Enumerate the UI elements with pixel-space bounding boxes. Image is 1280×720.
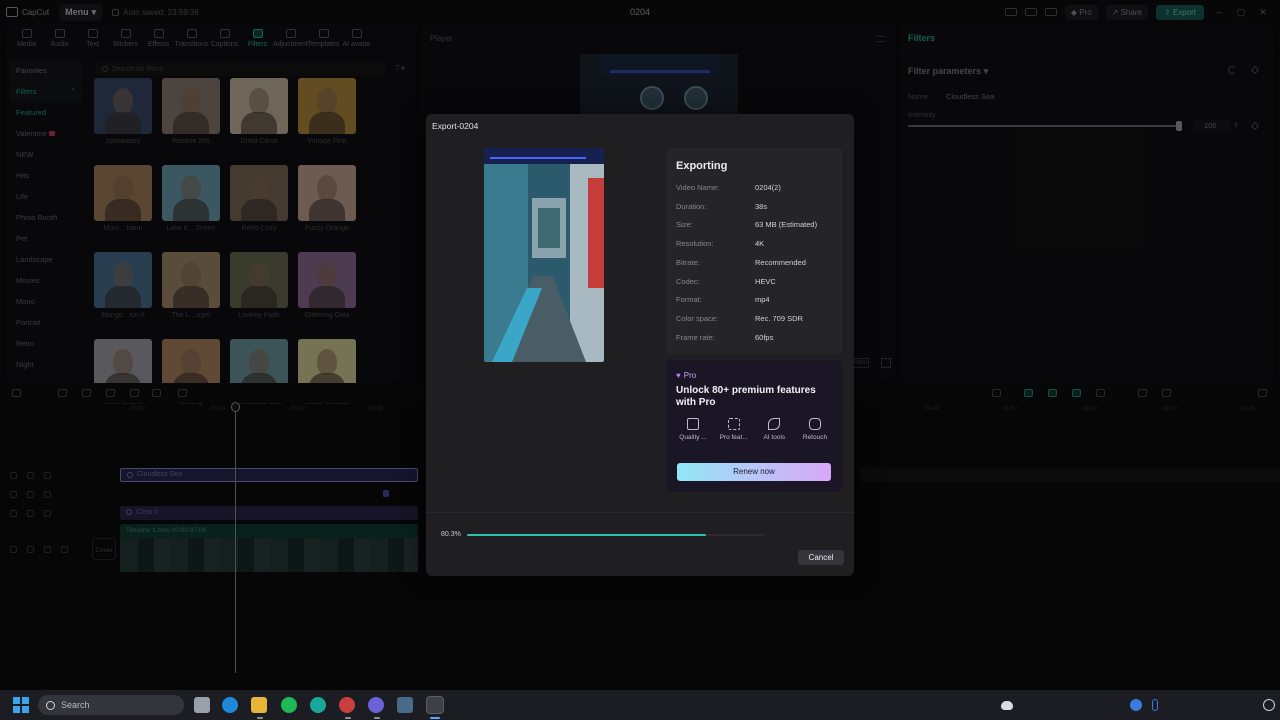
export-info-row: Duration: 38s xyxy=(676,202,836,211)
windows-taskbar: Search xyxy=(0,690,1280,720)
taskbar-search-label: Search xyxy=(61,700,90,710)
pro-heart-icon: ♥ xyxy=(676,371,681,380)
chrome-icon[interactable] xyxy=(339,697,355,713)
taskbar-search[interactable]: Search xyxy=(38,695,184,715)
export-info-row: Resolution: 4K xyxy=(676,239,836,248)
export-info-key: Video Name: xyxy=(676,183,720,192)
export-info-value: 0204(2) xyxy=(755,183,781,192)
dialog-title: Export-0204 xyxy=(432,121,479,131)
quality-icon xyxy=(687,418,699,430)
renew-now-button[interactable]: Renew now xyxy=(677,463,831,481)
export-info-value: mp4 xyxy=(755,295,770,305)
progress-percent: 80.3% xyxy=(441,531,461,538)
pro-tag: ♥ Pro xyxy=(676,371,696,380)
dialog-divider xyxy=(426,512,854,513)
export-info-key: Bitrate: xyxy=(676,257,700,267)
pro-feature-label: Quality ... xyxy=(679,434,707,441)
export-status: Exporting xyxy=(676,160,728,172)
export-info-key: Resolution: xyxy=(676,239,714,249)
export-preview-thumbnail xyxy=(484,148,604,362)
microphone-tray-icon[interactable] xyxy=(1152,699,1158,711)
export-info-value: Recommended xyxy=(755,257,806,267)
retouch-icon xyxy=(808,418,821,430)
export-info-key: Size: xyxy=(676,220,693,230)
spotify-icon[interactable] xyxy=(281,697,297,713)
export-info-key: Format: xyxy=(676,295,702,305)
export-info-value: HEVC xyxy=(755,276,776,286)
search-icon xyxy=(46,700,55,710)
pro-feature-label: AI tools xyxy=(763,434,786,441)
pro-feature-pro: Pro feat... xyxy=(715,418,753,441)
pro-feature-list: Quality ... Pro feat... AI tools Retouch xyxy=(674,418,834,441)
export-info-row: Size: 63 MB (Estimated) xyxy=(676,220,836,229)
pro-tag-label: Pro xyxy=(683,371,697,380)
preview-ceiling-light xyxy=(490,157,586,159)
network-icon[interactable] xyxy=(1130,699,1142,711)
export-info-value: 38s xyxy=(755,201,768,211)
onedrive-icon[interactable] xyxy=(1001,701,1013,710)
export-info-row: Color space: Rec. 709 SDR xyxy=(676,314,836,323)
folder-icon[interactable] xyxy=(251,697,267,713)
magic-wand-icon xyxy=(768,418,781,430)
export-progress-bar xyxy=(467,534,765,536)
export-info-row: Frame rate: 60fps xyxy=(676,333,836,342)
cancel-button[interactable]: Cancel xyxy=(798,550,844,565)
pro-feature-retouch: Retouch xyxy=(796,418,834,441)
running-indicator xyxy=(374,717,380,719)
pro-feature-ai: AI tools xyxy=(755,418,793,441)
file-explorer-icon[interactable] xyxy=(194,697,210,713)
export-info-row: Bitrate: Recommended xyxy=(676,258,836,267)
grid-icon xyxy=(727,418,740,430)
preview-door-frame xyxy=(538,208,560,248)
export-info-row: Format: mp4 xyxy=(676,295,836,304)
capcut-icon[interactable] xyxy=(426,696,444,714)
running-indicator xyxy=(430,717,440,719)
preview-red-panel xyxy=(588,178,604,288)
export-info-key: Color space: xyxy=(676,313,719,323)
export-progress-fill xyxy=(467,534,707,536)
edge-icon[interactable] xyxy=(222,697,238,713)
export-info-value: 4K xyxy=(755,239,765,249)
pro-headline: Unlock 80+ premium features with Pro xyxy=(676,385,816,408)
export-dialog: Export-0204 Exporting Video Name: 0204(2)… xyxy=(426,114,854,576)
export-info-row: Codec: HEVC xyxy=(676,277,836,286)
preview-ceiling xyxy=(484,148,604,164)
running-indicator xyxy=(345,717,351,719)
pro-feature-quality: Quality ... xyxy=(674,418,712,441)
export-info-key: Duration: xyxy=(676,201,707,211)
export-info-key: Codec: xyxy=(676,276,700,286)
pro-feature-label: Retouch xyxy=(802,434,828,441)
export-info-value: Rec. 709 SDR xyxy=(755,313,803,323)
export-info-row: Video Name: 0204(2) xyxy=(676,183,836,192)
windows-start-icon[interactable] xyxy=(13,697,29,713)
clipchamp-icon[interactable] xyxy=(310,697,326,713)
export-info-value: 63 MB (Estimated) xyxy=(755,220,818,230)
export-info-card: Exporting Video Name: 0204(2) Duration: 38s… xyxy=(666,148,842,354)
pro-feature-label: Pro feat... xyxy=(719,434,748,441)
running-indicator xyxy=(257,717,263,719)
discord-icon[interactable] xyxy=(368,697,384,713)
pro-upsell-card: ♥ Pro Unlock 80+ premium features with Pr… xyxy=(666,360,842,492)
davinci-icon[interactable] xyxy=(397,697,413,713)
export-info-value: 60fps xyxy=(755,332,774,342)
settings-icon[interactable] xyxy=(1263,699,1275,711)
export-info-key: Frame rate: xyxy=(676,332,715,342)
